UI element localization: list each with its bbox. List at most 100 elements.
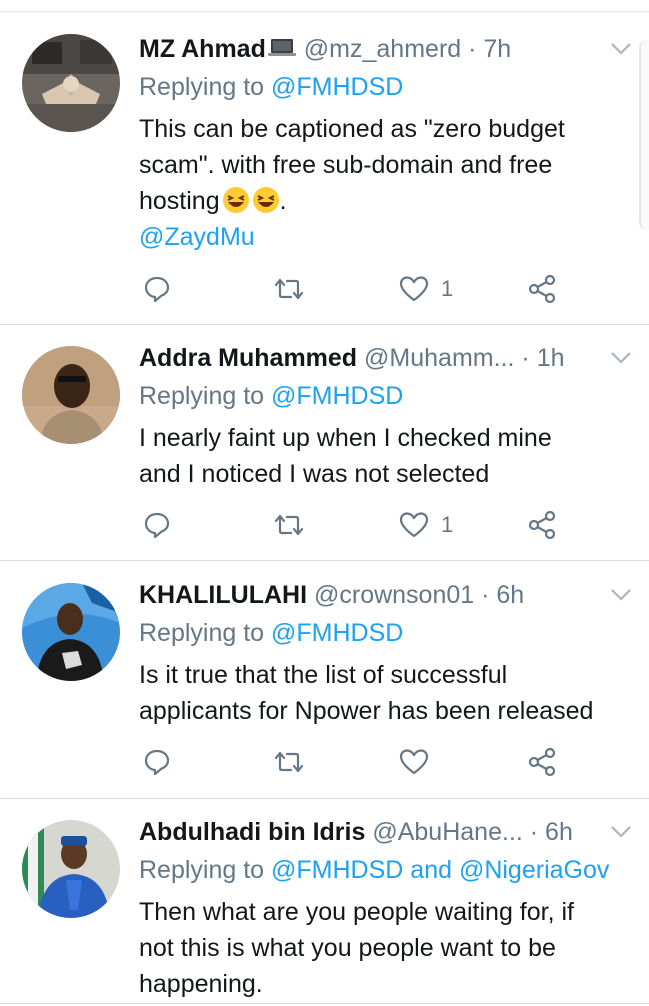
tweet-divider (0, 560, 649, 561)
timestamp[interactable]: 7h (483, 35, 511, 63)
reply-mention[interactable]: @FMHDSD (271, 619, 403, 647)
display-name[interactable]: Abdulhadi bin Idris (139, 818, 365, 846)
like-count: 1 (441, 512, 454, 537)
text-tail: . (279, 187, 287, 215)
avatar[interactable] (22, 820, 120, 918)
like-count: 1 (441, 276, 454, 301)
text-line: hosting (139, 187, 220, 215)
chevron-down-icon[interactable] (610, 42, 632, 56)
text-line: Is it true that the list of successful (139, 661, 508, 689)
chevron-down-icon[interactable] (610, 825, 632, 839)
tweet-3[interactable]: KHALILULAHI @crownson01 · 6h Replying to… (0, 580, 649, 798)
display-name[interactable]: Addra Muhammed (139, 344, 357, 372)
tweet-header: Addra Muhammed @Muhamm... · 1h (139, 343, 565, 373)
retweet-button[interactable] (273, 510, 305, 540)
text-line: This can be captioned as "zero budget (139, 115, 565, 143)
tweet-text: Is it true that the list of successful a… (139, 657, 639, 729)
replying-label: Replying to (139, 856, 265, 884)
action-bar (139, 747, 609, 777)
replying-label: Replying to (139, 619, 265, 647)
text-line: Then what are you people waiting for, if (139, 898, 574, 926)
reply-mention[interactable]: @FMHDSD (271, 73, 403, 101)
avatar-image (22, 34, 120, 132)
heart-icon (399, 749, 429, 775)
reply-icon (144, 512, 170, 539)
share-icon (528, 274, 556, 304)
laughing-emoji-icon (222, 186, 250, 214)
retweet-button[interactable] (273, 274, 305, 304)
text-mention[interactable]: @ZaydMu (139, 223, 255, 251)
laughing-emoji-icon (252, 186, 280, 214)
share-button[interactable] (527, 747, 557, 777)
retweet-button[interactable] (273, 747, 305, 777)
tweet-divider (0, 324, 649, 325)
handle[interactable]: @mz_ahmerd (304, 35, 461, 63)
retweet-icon (274, 514, 304, 536)
replying-to: Replying to @FMHDSD (139, 72, 403, 102)
share-button[interactable] (527, 274, 557, 304)
chevron-down-icon[interactable] (610, 351, 632, 365)
avatar-image (22, 346, 120, 444)
heart-icon (399, 276, 429, 302)
text-line: happening. (139, 970, 263, 998)
bottom-divider (0, 1003, 649, 1004)
reply-button[interactable] (143, 274, 171, 304)
display-name[interactable]: MZ Ahmad (139, 35, 266, 63)
tweet-4[interactable]: Abdulhadi bin Idris @AbuHane... · 6h Rep… (0, 817, 649, 1006)
reply-icon (144, 749, 170, 776)
text-line: applicants for Npower has been released (139, 697, 594, 725)
reply-button[interactable] (143, 510, 171, 540)
separator-dot: · (529, 818, 539, 846)
timestamp[interactable]: 6h (545, 818, 573, 846)
share-icon (528, 510, 556, 540)
tweet-divider (0, 798, 649, 799)
reply-mention[interactable]: @FMHDSD and @NigeriaGov (271, 856, 609, 884)
text-line: I nearly faint up when I checked mine (139, 424, 552, 452)
replying-to: Replying to @FMHDSD (139, 381, 403, 411)
replying-label: Replying to (139, 382, 265, 410)
display-name[interactable]: KHALILULAHI (139, 581, 307, 609)
action-bar: 1 (139, 274, 609, 304)
reply-mention[interactable]: @FMHDSD (271, 382, 403, 410)
tweet-text: I nearly faint up when I checked mine an… (139, 420, 639, 492)
text-line: scam". with free sub-domain and free (139, 151, 553, 179)
avatar-image (22, 820, 120, 918)
avatar[interactable] (22, 583, 120, 681)
reply-button[interactable] (143, 747, 171, 777)
tweet-1[interactable]: MZ Ahmad @mz_ahmerd · 7h Replying to @FM… (0, 34, 649, 326)
reply-icon (144, 276, 170, 303)
heart-icon (399, 512, 429, 538)
retweet-icon (274, 278, 304, 300)
timestamp[interactable]: 1h (537, 344, 565, 372)
replying-label: Replying to (139, 73, 265, 101)
tweet-header: MZ Ahmad @mz_ahmerd · 7h (139, 34, 511, 64)
tweet-2[interactable]: Addra Muhammed @Muhamm... · 1h Replying … (0, 343, 649, 560)
like-button[interactable]: 1 (399, 510, 453, 540)
laptop-icon (267, 36, 297, 58)
text-line: not this is what you people want to be (139, 934, 556, 962)
avatar[interactable] (22, 34, 120, 132)
timestamp[interactable]: 6h (496, 581, 524, 609)
action-bar: 1 (139, 510, 609, 540)
top-divider (0, 11, 649, 12)
avatar-image (22, 583, 120, 681)
avatar[interactable] (22, 346, 120, 444)
separator-dot: · (481, 581, 490, 609)
like-button[interactable]: 1 (399, 274, 453, 304)
separator-dot: · (468, 35, 477, 63)
like-button[interactable] (399, 747, 441, 777)
separator-dot: · (521, 344, 530, 372)
retweet-icon (274, 751, 304, 773)
share-icon (528, 747, 556, 777)
tweet-text: Then what are you people waiting for, if… (139, 894, 639, 1002)
replying-to: Replying to @FMHDSD (139, 618, 403, 648)
tweet-header: KHALILULAHI @crownson01 · 6h (139, 580, 524, 610)
tweet-text: This can be captioned as "zero budget sc… (139, 111, 639, 255)
handle[interactable]: @Muhamm... (364, 344, 514, 372)
share-button[interactable] (527, 510, 557, 540)
tweet-header: Abdulhadi bin Idris @AbuHane... · 6h (139, 817, 573, 847)
chevron-down-icon[interactable] (610, 588, 632, 602)
handle[interactable]: @AbuHane... (372, 818, 522, 846)
text-line: and I noticed I was not selected (139, 460, 490, 488)
handle[interactable]: @crownson01 (314, 581, 474, 609)
